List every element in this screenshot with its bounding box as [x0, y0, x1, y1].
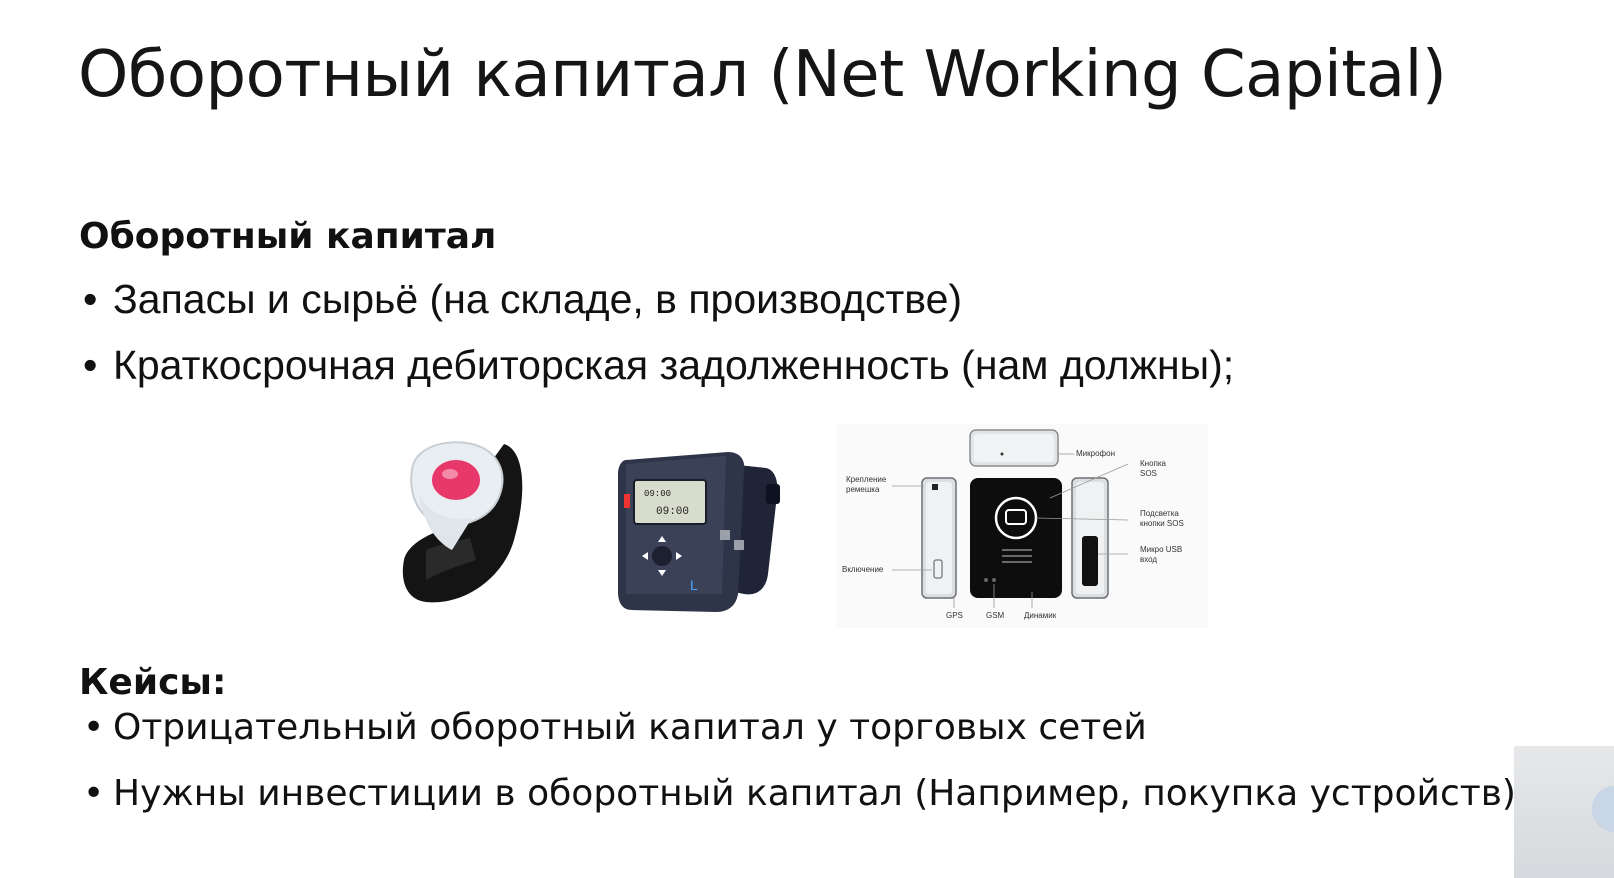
svg-text:L: L — [690, 577, 698, 593]
bullet-icon: • — [83, 773, 105, 814]
diagram-label: SOS — [1140, 469, 1157, 478]
working-capital-list: • Запасы и сырьё (на складе, в производс… — [79, 274, 1234, 406]
list-item: • Краткосрочная дебиторская задолженност… — [79, 340, 1234, 406]
list-item: • Нужны инвестиции в оборотный капитал (… — [79, 770, 1516, 836]
device-diagram-image: Микрофон Кнопка SOS Крепление ремешка По… — [836, 424, 1208, 628]
section-heading-working-capital: Оборотный капитал — [79, 216, 497, 257]
diagram-label: Динамик — [1024, 611, 1057, 620]
diagram-label: GSM — [986, 611, 1005, 620]
diagram-label: Кнопка — [1140, 459, 1167, 468]
diagram-label: Подсветка — [1140, 509, 1179, 518]
watch-screen-text: 09:00 — [644, 489, 671, 499]
gps-watch-image: 09:00 09:00 L — [618, 452, 780, 612]
slide: Оборотный капитал (Net Working Capital) … — [0, 0, 1614, 878]
diagram-label: GPS — [946, 611, 963, 620]
diagram-label: кнопки SOS — [1140, 519, 1184, 528]
list-item: • Запасы и сырьё (на складе, в производс… — [79, 274, 1234, 340]
list-item-text: Краткосрочная дебиторская задолженность … — [113, 342, 1235, 388]
video-thumbnail[interactable] — [1514, 746, 1614, 878]
bullet-icon: • — [83, 707, 105, 748]
diagram-label: Включение — [842, 565, 884, 574]
bullet-icon: • — [83, 276, 98, 322]
watch-screen-time: 09:00 — [656, 506, 689, 518]
diagram-label: ремешка — [846, 485, 880, 494]
list-item-text: Нужны инвестиции в оборотный капитал (На… — [113, 773, 1516, 814]
list-item-text: Запасы и сырьё (на складе, в производств… — [113, 276, 963, 322]
diagram-label: вход — [1140, 555, 1157, 564]
list-item: • Отрицательный оборотный капитал у торг… — [79, 704, 1516, 770]
slide-title: Оборотный капитал (Net Working Capital) — [78, 38, 1447, 112]
cases-list: • Отрицательный оборотный капитал у торг… — [79, 704, 1516, 836]
sos-bracelet-image — [402, 441, 523, 603]
list-item-text: Отрицательный оборотный капитал у торгов… — [113, 707, 1147, 748]
thumbnail-shape — [1592, 786, 1614, 832]
diagram-label: Микрофон — [1076, 449, 1115, 458]
diagram-label: Микро USB — [1140, 545, 1182, 554]
bullet-icon: • — [83, 342, 98, 388]
section-heading-cases: Кейсы: — [79, 662, 227, 703]
diagram-label: Крепление — [846, 475, 887, 484]
